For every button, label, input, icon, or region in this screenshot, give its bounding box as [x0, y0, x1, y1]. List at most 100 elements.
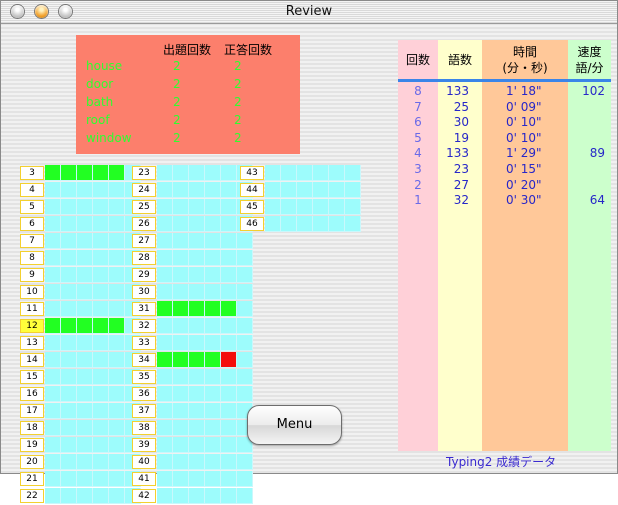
grid-cell [297, 182, 313, 198]
grid-cell [265, 216, 281, 232]
grid-cell [109, 352, 125, 368]
grid-cell [189, 386, 205, 402]
grid-cell [157, 488, 173, 504]
grid-cell [221, 403, 237, 419]
header-divider [398, 79, 611, 82]
grid-cell [173, 352, 189, 368]
grid-cell [93, 216, 109, 232]
grid-cell [221, 250, 237, 266]
grid-cell [61, 369, 77, 385]
grid-cell [61, 301, 77, 317]
summary-word: bath [86, 95, 114, 109]
summary-correct: 2 [234, 131, 242, 145]
words-header: 語数 [447, 53, 472, 67]
grid-cell [93, 233, 109, 249]
grid-cell [221, 165, 237, 181]
grid-cell [93, 403, 109, 419]
grid-cell [93, 165, 109, 181]
grid-cell [173, 471, 189, 487]
grid-cell [45, 335, 61, 351]
table-cell-round: 3 [414, 162, 422, 176]
time-unit-header: (分・秒) [502, 61, 548, 75]
grid-cell [281, 182, 297, 198]
grid-cell [189, 352, 205, 368]
grid-cell [265, 165, 281, 181]
grid-cell [157, 420, 173, 436]
grid-cell [93, 267, 109, 283]
row-number: 24 [132, 183, 156, 197]
row-number: 25 [132, 200, 156, 214]
row-number: 29 [132, 268, 156, 282]
grid-cell [237, 471, 253, 487]
row-number: 13 [20, 336, 44, 350]
summary-row: window 2 2 [76, 131, 300, 149]
table-cell-time: 0' 30" [506, 193, 542, 208]
table-cell-speed [570, 178, 605, 193]
row-number: 46 [240, 217, 264, 231]
grid-cell [157, 437, 173, 453]
grid-cell [189, 165, 205, 181]
grid-cell [109, 199, 125, 215]
grid-cell [109, 386, 125, 402]
grid-cell [77, 233, 93, 249]
grid-cell [205, 437, 221, 453]
grid-cell [221, 420, 237, 436]
grid-cell [205, 420, 221, 436]
title-bar[interactable]: Review [1, 1, 617, 24]
grid-cell [313, 199, 329, 215]
grid-cell [93, 335, 109, 351]
table-cell-words: 19 [453, 130, 469, 145]
time-header: 時間 [512, 45, 537, 59]
grid-cell [173, 454, 189, 470]
grid-cell [173, 250, 189, 266]
summary-word: window [86, 131, 132, 145]
menu-button[interactable]: Menu [247, 405, 342, 445]
grid-cell [61, 352, 77, 368]
row-number: 45 [240, 200, 264, 214]
grid-cell [93, 182, 109, 198]
grid-cell [61, 165, 77, 181]
grid-cell [109, 216, 125, 232]
grid-cell [189, 488, 205, 504]
grid-cell [45, 216, 61, 232]
grid-cell [45, 165, 61, 181]
grid-cell [45, 437, 61, 453]
grid-cell [61, 199, 77, 215]
grid-cell [173, 420, 189, 436]
grid-cell [189, 199, 205, 215]
row-number: 12 [20, 319, 44, 333]
summary-asked: 2 [173, 77, 181, 91]
grid-cell [173, 233, 189, 249]
table-cell-words: 32 [453, 193, 469, 208]
row-number: 37 [132, 404, 156, 418]
grid-cell [205, 301, 221, 317]
grid-cell [93, 199, 109, 215]
grid-cell [221, 471, 237, 487]
table-cell-round: 1 [414, 193, 422, 208]
grid-cell [109, 284, 125, 300]
grid-cell [157, 352, 173, 368]
row-number: 8 [20, 251, 44, 265]
grid-cell [77, 301, 93, 317]
grid-cell [109, 403, 125, 419]
grid-cell [93, 437, 109, 453]
summary-word: door [86, 77, 114, 91]
grid-cell [281, 216, 297, 232]
grid-cell [173, 199, 189, 215]
grid-cell [157, 403, 173, 419]
row-number: 21 [20, 472, 44, 486]
grid-cell [205, 352, 221, 368]
grid-cell [157, 386, 173, 402]
row-number: 6 [20, 217, 44, 231]
grid-cell [313, 216, 329, 232]
grid-cell [77, 437, 93, 453]
table-cell-speed: 89 [589, 146, 605, 161]
grid-cell [173, 437, 189, 453]
grid-cell [45, 250, 61, 266]
row-number: 30 [132, 285, 156, 299]
grid-cell [61, 216, 77, 232]
grid-cell [77, 386, 93, 402]
table-cell-time: 0' 09" [506, 99, 542, 114]
summary-correct: 2 [234, 95, 242, 109]
grid-cell [221, 199, 237, 215]
